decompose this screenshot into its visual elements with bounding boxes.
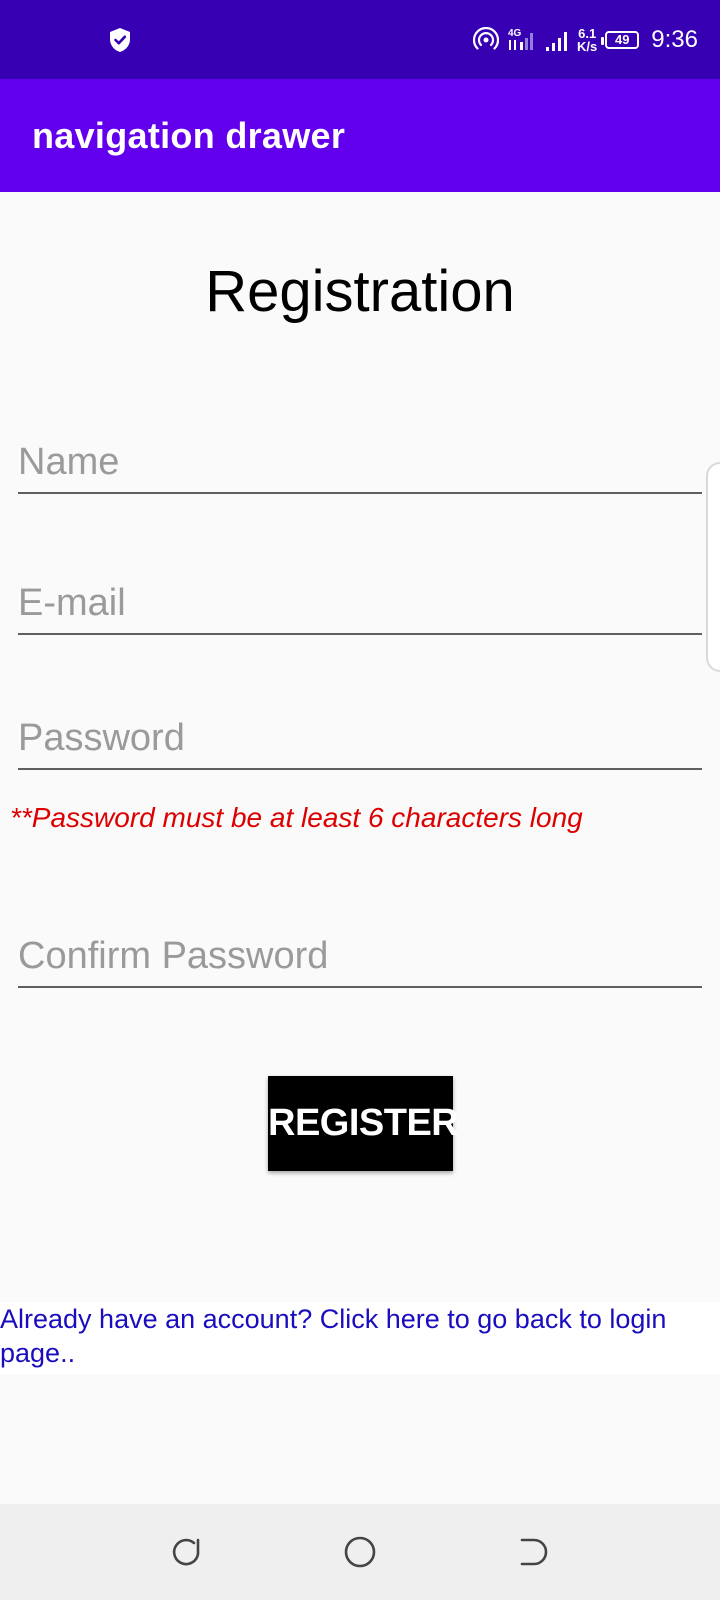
signal-4g-icon: 4G [508,28,534,50]
recents-icon[interactable] [168,1534,204,1570]
password-input[interactable] [18,714,702,770]
confirm-password-input[interactable] [18,932,702,988]
email-input[interactable] [18,579,702,635]
navigation-bar [0,1504,720,1600]
back-icon[interactable] [516,1534,552,1570]
page-title: Registration [205,259,515,324]
login-link[interactable]: Already have an account? Click here to g… [0,1302,720,1374]
shield-icon [110,28,130,52]
network-speed: 6.1 K/s [577,27,597,53]
register-button[interactable]: REGISTER [268,1076,459,1171]
battery-level: 49 [615,32,630,47]
status-bar: 4G 6.1 K/s 49 9:36 [0,0,720,79]
svg-text:4G: 4G [508,28,522,39]
edge-panel-handle[interactable] [706,462,720,672]
password-hint: **Password must be at least 6 characters… [10,802,583,833]
app-title: navigation drawer [32,115,346,156]
battery-icon: 49 [601,31,640,49]
home-icon[interactable] [342,1534,378,1570]
app-bar: navigation drawer [0,79,720,192]
clock: 9:36 [651,26,698,53]
name-input[interactable] [18,438,702,494]
signal-icon [546,32,568,51]
speed-unit: K/s [577,39,598,54]
status-icons: 4G 6.1 K/s 49 9:36 [473,22,698,58]
hotspot-icon [473,27,500,50]
